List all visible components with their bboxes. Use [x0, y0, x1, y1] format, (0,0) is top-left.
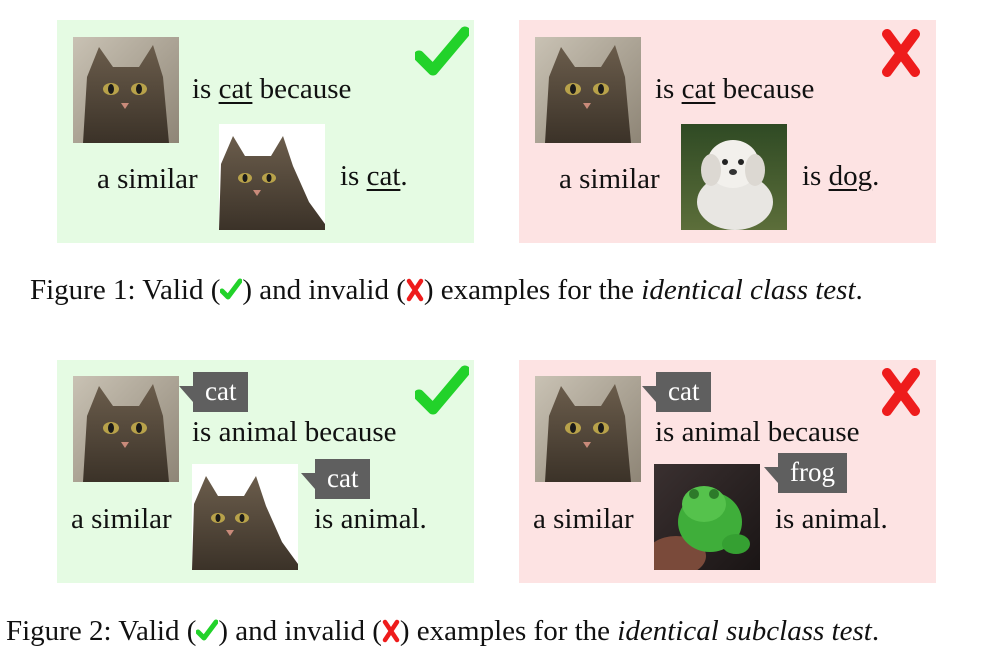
cat-image: [73, 376, 179, 482]
line2-prefix: a similar: [533, 503, 634, 535]
check-icon: [196, 619, 219, 641]
figure1-valid-panel: is cat because a similar is cat.: [57, 20, 474, 243]
cross-icon: [406, 278, 424, 302]
figure2-valid-panel: cat is animal because a similar cat is a…: [57, 360, 474, 583]
cat-cutout-image: [219, 124, 325, 230]
line2-suffix: is dog.: [802, 160, 880, 192]
cross-icon: [882, 368, 920, 416]
line2-prefix: a similar: [71, 503, 172, 535]
line2-suffix: is cat.: [340, 160, 408, 192]
frog-image: [654, 464, 760, 570]
cat-image: [535, 376, 641, 482]
line2-prefix: a similar: [559, 163, 660, 195]
line1: is cat because: [192, 73, 352, 105]
class-tag: cat: [178, 372, 249, 412]
cat-cutout-image: [192, 464, 298, 570]
line1: is animal because: [655, 416, 860, 448]
check-icon: [220, 278, 243, 300]
line2-prefix: a similar: [97, 163, 198, 195]
class-tag: cat: [300, 459, 371, 499]
figure2-invalid-panel: cat is animal because a similar frog is …: [519, 360, 936, 583]
line1: is animal because: [192, 416, 397, 448]
check-icon: [415, 365, 469, 415]
figure2-caption: Figure 2: Valid () and invalid () exampl…: [6, 615, 880, 647]
line2-suffix: is animal.: [775, 503, 888, 535]
class-tag: cat: [641, 372, 712, 412]
cross-icon: [382, 619, 400, 643]
cat-image: [535, 37, 641, 143]
cross-icon: [882, 29, 920, 77]
line2-suffix: is animal.: [314, 503, 427, 535]
line1: is cat because: [655, 73, 815, 105]
check-icon: [415, 26, 469, 76]
dog-image: [681, 124, 787, 230]
cat-image: [73, 37, 179, 143]
figure1-invalid-panel: is cat because a similar is dog.: [519, 20, 936, 243]
class-tag: frog: [764, 453, 847, 493]
figure1-caption: Figure 1: Valid () and invalid () exampl…: [30, 274, 863, 306]
